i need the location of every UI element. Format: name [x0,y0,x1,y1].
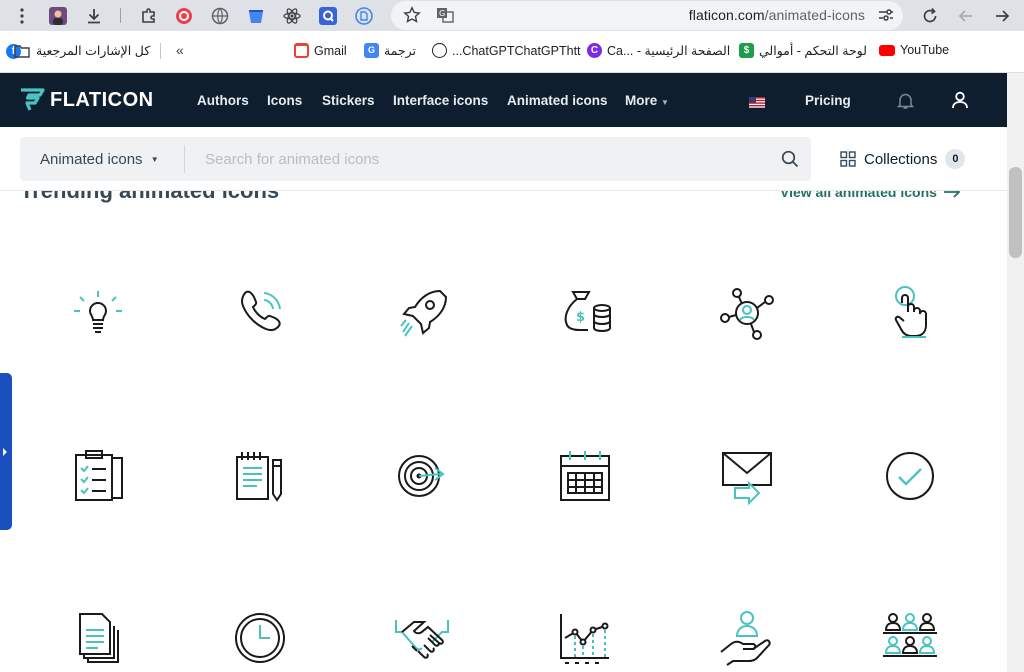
section-title: Trending animated icons [20,191,279,204]
nav-authors[interactable]: Authors [197,93,249,108]
back-arrow-icon[interactable] [955,5,977,27]
logo-text: FLATICON [50,88,154,111]
search-category-dropdown[interactable]: Animated icons ▼ [40,151,159,168]
collections-count-badge: 0 [945,149,966,169]
search-input[interactable]: Search for animated icons [205,151,379,168]
translate-bookmark-label: ترجمة [384,44,417,58]
chatgpt-icon [432,43,447,58]
side-panel-tab[interactable] [0,373,12,530]
react-extension-icon[interactable] [281,5,303,27]
target-icon[interactable] [392,446,452,506]
dashboard-bookmark[interactable]: لوحة التحكم - أموالي $ [739,43,867,58]
svg-text:$: $ [576,310,585,325]
scrollbar-thumb[interactable] [1009,167,1022,258]
search-icon[interactable] [781,150,799,173]
chatgpt-bookmark[interactable]: ChatGPTChatGPThtt... [432,43,581,58]
folder-icon [14,44,30,58]
mail-forward-icon[interactable] [717,446,777,506]
gmail-bookmark[interactable]: Gmail [294,43,347,58]
menu-dots-icon[interactable] [11,5,33,27]
lightbulb-icon[interactable] [68,283,128,343]
all-bookmarks-folder[interactable]: كل الإشارات المرجعية [14,43,150,58]
address-bar[interactable]: G flaticon.com/animated-icons [391,1,903,30]
clock-icon[interactable] [230,608,290,668]
nav-more[interactable]: More ▼ [625,93,669,108]
google-docs-extension-icon[interactable] [353,5,375,27]
view-all-link[interactable]: View all animated icons [780,191,961,200]
bookmark-star-icon[interactable] [403,6,421,29]
more-bookmarks-chevron-icon[interactable]: » [176,42,184,58]
site-settings-icon[interactable] [877,6,895,29]
arrow-right-icon [943,191,961,198]
translate-bookmark[interactable]: ترجمة G [364,43,416,58]
site-header: FLATICON Authors Icons Stickers Interfac… [0,73,1007,127]
nav-interface-icons[interactable]: Interface icons [393,93,488,108]
nav-stickers[interactable]: Stickers [322,93,375,108]
svg-text:G: G [439,9,445,18]
canva-icon: C [587,43,602,58]
gmail-icon [294,43,309,58]
notepad-pencil-icon[interactable] [230,446,290,506]
hand-user-icon[interactable] [717,608,777,668]
browser-toolbar: G flaticon.com/animated-icons [0,0,1024,31]
download-icon[interactable] [83,5,105,27]
youtube-bookmark[interactable]: YouTube [879,43,949,57]
flaticon-logo-icon [21,88,45,111]
chatgpt-bookmark-label: ChatGPTChatGPThtt... [452,43,581,58]
canva-bookmark[interactable]: الصفحة الرئيسية - ...Ca C [587,43,730,58]
url-path: /animated-icons [764,7,865,23]
calendar-icon[interactable] [555,446,615,506]
search-section: Animated icons ▼ Search for animated ico… [0,127,1007,191]
nav-pricing[interactable]: Pricing [805,93,851,108]
grid-icon [840,151,856,167]
flaticon-logo[interactable]: FLATICON [20,88,154,112]
line-chart-icon[interactable] [555,608,615,668]
extensions-icon[interactable] [138,5,160,27]
profile-avatar[interactable] [47,5,69,27]
gmail-bookmark-label: Gmail [314,43,347,58]
nav-animated-icons[interactable]: Animated icons [507,93,608,108]
youtube-icon [879,44,895,56]
money-bag-icon[interactable]: $ [555,283,615,343]
translate-page-icon[interactable]: G [436,6,454,29]
user-account-icon[interactable] [951,91,969,114]
page-scrollbar[interactable] [1007,73,1024,672]
us-flag-icon[interactable] [749,95,765,108]
collections-label: Collections [864,150,938,168]
bucket-extension-icon[interactable] [245,5,267,27]
view-all-label: View all animated icons [780,191,937,200]
url-host: flaticon.com [688,7,765,23]
dashboard-bookmark-label: لوحة التحكم - أموالي [759,44,867,58]
nav-icons[interactable]: Icons [267,93,302,108]
forward-arrow-icon[interactable] [991,5,1013,27]
canva-bookmark-label: الصفحة الرئيسية - ...Ca [607,44,731,58]
search-bar: Animated icons ▼ Search for animated ico… [20,137,811,181]
bookmarks-bar: f B YouTube لوحة التحكم - أموالي $ الصفح… [0,31,1024,73]
check-circle-icon[interactable] [880,446,940,506]
all-bookmarks-label: كل الإشارات المرجعية [36,44,151,58]
google-translate-icon: G [364,43,379,58]
documents-icon[interactable] [68,608,128,668]
record-extension-icon[interactable] [173,5,195,27]
collections-button[interactable]: Collections 0 [840,149,966,169]
clipboard-icon[interactable] [68,446,128,506]
phone-icon[interactable] [230,283,290,343]
youtube-bookmark-label: YouTube [900,43,950,57]
handshake-icon[interactable] [392,608,452,668]
reload-icon[interactable] [919,5,941,27]
money-icon: $ [739,43,754,58]
nav-more-label: More [625,93,658,108]
notifications-bell-icon[interactable] [896,92,915,115]
globe-extension-icon[interactable] [209,5,231,27]
rocket-icon[interactable] [392,283,452,343]
chevron-down-icon: ▼ [661,98,669,107]
chevron-down-icon: ▼ [150,155,159,164]
network-user-icon[interactable] [717,283,777,343]
main-content: Trending animated icons View all animate… [0,191,1007,672]
team-icon[interactable] [880,608,940,668]
search-category-label: Animated icons [40,151,143,168]
url-text: flaticon.com/animated-icons [689,7,865,23]
q-extension-icon[interactable] [317,5,339,27]
tap-hand-icon[interactable] [880,283,940,343]
